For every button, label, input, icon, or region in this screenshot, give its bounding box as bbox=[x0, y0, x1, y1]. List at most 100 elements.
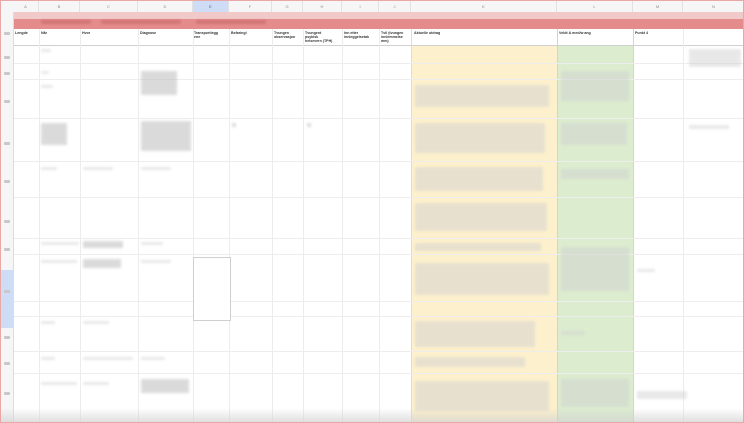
row-number[interactable] bbox=[4, 100, 10, 103]
grid-line bbox=[342, 29, 343, 422]
assessment-blur bbox=[561, 169, 629, 179]
quote-blur bbox=[415, 321, 535, 347]
header-diagnose[interactable]: Diagnose bbox=[140, 31, 192, 35]
grid-line bbox=[13, 197, 743, 198]
grid-line bbox=[13, 316, 743, 317]
cell-blur bbox=[83, 321, 109, 324]
assessment-blur bbox=[561, 379, 629, 407]
column-letter-g[interactable]: G bbox=[272, 1, 303, 12]
column-letter-h[interactable]: H bbox=[303, 1, 342, 12]
quote-blur bbox=[415, 243, 541, 251]
cell-blur bbox=[83, 241, 123, 248]
quote-blur bbox=[415, 381, 549, 411]
assessment-blur bbox=[561, 123, 627, 145]
cell-blur bbox=[41, 382, 77, 385]
column-letter-n[interactable]: N bbox=[683, 1, 743, 12]
header-punkt[interactable]: Punkt 4 bbox=[635, 31, 681, 35]
cell-blur bbox=[41, 357, 55, 360]
row-number[interactable] bbox=[4, 72, 10, 75]
image-cell[interactable] bbox=[193, 257, 231, 321]
row-number[interactable] bbox=[4, 180, 10, 183]
grid-line bbox=[193, 29, 194, 422]
header-transport[interactable]: Transportlegg ene bbox=[194, 31, 229, 39]
selected-row-range[interactable] bbox=[1, 270, 13, 328]
assessment-blur bbox=[561, 331, 585, 335]
header-lengde[interactable]: Lengde bbox=[15, 31, 39, 35]
column-letter-j[interactable]: J bbox=[379, 1, 411, 12]
quote-blur bbox=[415, 263, 549, 295]
column-letter-e[interactable]: E bbox=[193, 1, 229, 12]
grid-line bbox=[13, 79, 743, 80]
grid-line bbox=[229, 29, 230, 422]
column-letter-m[interactable]: M bbox=[633, 1, 683, 12]
row-number[interactable] bbox=[4, 362, 10, 365]
grid-line bbox=[13, 373, 743, 374]
header-aktuelle-utdrag[interactable]: Aktuelle utdrag bbox=[414, 31, 554, 35]
column-letter-b[interactable]: B bbox=[39, 1, 80, 12]
row-number[interactable] bbox=[4, 290, 10, 293]
grid-line bbox=[80, 29, 81, 422]
grid-line bbox=[379, 29, 380, 422]
row-number[interactable] bbox=[4, 32, 10, 35]
grid-line bbox=[13, 161, 743, 162]
row-number[interactable] bbox=[4, 392, 10, 395]
column-letter-a[interactable]: A bbox=[13, 1, 39, 12]
header-hvor[interactable]: Hvor bbox=[82, 31, 137, 35]
banner-row-light bbox=[13, 12, 743, 19]
assessment-blur bbox=[561, 71, 629, 101]
cell-blur bbox=[307, 123, 311, 127]
cell-blur bbox=[637, 269, 655, 272]
grid-line bbox=[633, 29, 634, 422]
row-number[interactable] bbox=[4, 142, 10, 145]
header-inn-etter[interactable]: Inn etter innleggelsetak bbox=[344, 31, 379, 39]
row-number[interactable] bbox=[4, 220, 10, 223]
cell-blur bbox=[41, 260, 77, 263]
column-letter-d[interactable]: D bbox=[138, 1, 193, 12]
cell-blur bbox=[689, 125, 729, 129]
cell-blur bbox=[41, 85, 53, 88]
grid-line bbox=[138, 29, 139, 422]
row-number-gutter bbox=[1, 12, 14, 422]
grid-line bbox=[411, 29, 412, 422]
banner-text-blur bbox=[101, 20, 181, 24]
row-number[interactable] bbox=[4, 248, 10, 251]
quote-blur bbox=[415, 85, 549, 107]
header-nar[interactable]: Når bbox=[41, 31, 79, 35]
column-letter-i[interactable]: I bbox=[342, 1, 379, 12]
cell-blur bbox=[141, 71, 177, 95]
grid-line bbox=[39, 29, 40, 422]
grid-line bbox=[13, 63, 743, 64]
banner-text-blur bbox=[196, 20, 266, 24]
banner-text-blur bbox=[41, 20, 91, 24]
cell-blur bbox=[41, 49, 51, 52]
header-tvungen-observasjon[interactable]: Tvungen observasjon bbox=[274, 31, 303, 39]
quote-blur bbox=[415, 203, 547, 231]
cell-blur bbox=[41, 71, 49, 74]
quote-blur bbox=[415, 123, 545, 153]
cell-blur bbox=[41, 167, 57, 170]
column-letter-l[interactable]: L bbox=[557, 1, 633, 12]
cell-blur bbox=[83, 259, 121, 268]
row-number[interactable] bbox=[4, 56, 10, 59]
grid-line bbox=[557, 29, 558, 422]
spreadsheet-window: A B C D E F G H I J K L M N Lengde Når H… bbox=[0, 0, 744, 423]
grid-line bbox=[683, 29, 684, 422]
cell-blur bbox=[83, 167, 113, 170]
column-letter-f[interactable]: F bbox=[229, 1, 272, 12]
header-tph[interactable]: Tvungent psykisk helsevern (TPH) bbox=[305, 31, 342, 44]
header-vurdering[interactable]: Veldt & med/w ang bbox=[559, 31, 631, 35]
header-tvil[interactable]: Tvil (tvungen innlemmelse mm) bbox=[381, 31, 411, 44]
header-befaring[interactable]: Befaringi bbox=[231, 31, 271, 35]
cell-blur bbox=[141, 242, 163, 245]
column-letter-c[interactable]: C bbox=[80, 1, 138, 12]
row-number[interactable] bbox=[4, 336, 10, 339]
column-letter-k[interactable]: K bbox=[411, 1, 557, 12]
cell-blur bbox=[637, 391, 687, 399]
grid-line bbox=[13, 118, 743, 119]
grid-line bbox=[272, 29, 273, 422]
grid-line bbox=[13, 301, 743, 302]
grid-line bbox=[303, 29, 304, 422]
cell-blur bbox=[141, 121, 191, 151]
cell-blur bbox=[141, 379, 189, 393]
grid-line bbox=[13, 254, 743, 255]
